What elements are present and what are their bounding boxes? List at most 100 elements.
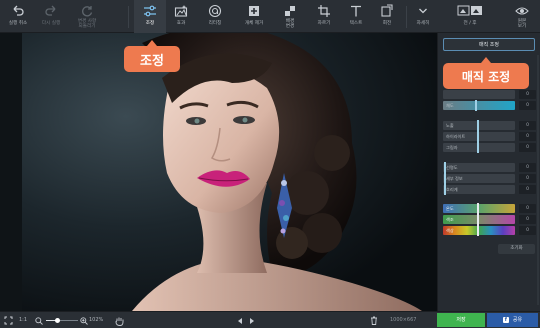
slider-label: 채도 bbox=[446, 103, 454, 108]
actual-size-button[interactable]: 1:1 bbox=[19, 312, 27, 328]
slider-value[interactable]: 0 bbox=[519, 226, 536, 235]
slider-row-exposure[interactable]: 노출 0 bbox=[443, 120, 536, 131]
facebook-icon: f bbox=[502, 316, 509, 323]
zoom-slider-handle[interactable] bbox=[54, 318, 60, 323]
more-button[interactable]: 자세히 bbox=[408, 0, 438, 33]
tab-text[interactable]: 텍스트 bbox=[340, 0, 372, 33]
slider-track[interactable]: 채도 bbox=[443, 100, 515, 111]
more-label: 자세히 bbox=[416, 21, 430, 26]
before-after-button[interactable]: 전 / 후 bbox=[442, 0, 498, 33]
slider-label: 그림자 bbox=[446, 145, 458, 150]
effects-icon bbox=[174, 5, 188, 17]
zoom-slider[interactable] bbox=[46, 318, 78, 323]
slider-value[interactable]: 0 bbox=[519, 163, 536, 172]
slider-value[interactable]: 0 bbox=[519, 132, 536, 141]
slider-value[interactable]: 0 bbox=[519, 215, 536, 224]
reset-changes-button[interactable]: 변경 사항 되돌리기 bbox=[70, 0, 104, 33]
tab-effects[interactable]: 효과 bbox=[166, 0, 196, 33]
tab-text-label: 텍스트 bbox=[349, 21, 363, 26]
slider-track[interactable]: 선명도 bbox=[443, 162, 515, 173]
redo-label: 다시 실행 bbox=[41, 21, 61, 26]
magic-adjust-button[interactable]: 매직 조정 bbox=[443, 38, 535, 51]
eye-icon bbox=[515, 7, 529, 15]
slider-handle[interactable] bbox=[475, 100, 477, 111]
slider-value[interactable]: 0 bbox=[519, 121, 536, 130]
slider-handle[interactable] bbox=[477, 131, 479, 142]
main-toolbar: 실행 취소 다시 실행 변경 사항 되돌리기 조정 효과 리터칭 개체 제거 배… bbox=[0, 0, 540, 33]
slider-row-blur[interactable]: 흐리게 0 bbox=[443, 184, 536, 195]
remove-object-icon bbox=[249, 6, 259, 16]
slider-track[interactable]: 흐리게 bbox=[443, 184, 515, 195]
zoom-out-icon[interactable] bbox=[35, 317, 43, 325]
crop-icon bbox=[318, 5, 330, 17]
previous-image-icon[interactable] bbox=[236, 317, 244, 325]
before-after-label: 전 / 후 bbox=[463, 21, 477, 26]
image-dimensions: 1000×667 bbox=[390, 317, 417, 323]
slider-row-shadows[interactable]: 그림자 0 bbox=[443, 142, 536, 153]
view-original-button[interactable]: 원본 보기 bbox=[507, 0, 537, 33]
fit-screen-icon[interactable] bbox=[4, 316, 13, 325]
slider-handle[interactable] bbox=[477, 214, 479, 225]
tab-replace-background[interactable]: 배경 변경 bbox=[274, 0, 306, 33]
share-button[interactable]: f 공유 bbox=[487, 313, 538, 327]
slider-handle[interactable] bbox=[477, 142, 479, 153]
rotate-icon bbox=[381, 4, 393, 17]
slider-row-saturation[interactable]: 채도 0 bbox=[443, 100, 536, 111]
slider-label: 하이라이트 bbox=[446, 134, 466, 139]
slider-value[interactable]: 0 bbox=[519, 143, 536, 152]
tab-effects-label: 효과 bbox=[176, 21, 186, 26]
slider-handle[interactable] bbox=[477, 225, 479, 236]
slider-row-details[interactable]: 세부 정보 0 bbox=[443, 173, 536, 184]
slider-row-highlights[interactable]: 하이라이트 0 bbox=[443, 131, 536, 142]
redo-button[interactable]: 다시 실행 bbox=[36, 0, 66, 33]
slider-track[interactable]: 세부 정보 bbox=[443, 173, 515, 184]
slider-handle[interactable] bbox=[477, 203, 479, 214]
undo-button[interactable]: 실행 취소 bbox=[2, 0, 34, 33]
sliders-icon bbox=[144, 5, 156, 17]
slider-row-tint[interactable]: 색조 0 bbox=[443, 214, 536, 225]
slider-row-sharpness[interactable]: 선명도 0 bbox=[443, 162, 536, 173]
image-canvas[interactable] bbox=[0, 33, 437, 311]
hand-tool-icon[interactable] bbox=[115, 316, 124, 326]
tab-remove-object-label: 개체 제거 bbox=[244, 21, 264, 26]
photo-editor-window: 실행 취소 다시 실행 변경 사항 되돌리기 조정 효과 리터칭 개체 제거 배… bbox=[0, 0, 540, 328]
slider-value[interactable]: 0 bbox=[519, 90, 536, 99]
slider-row-hue[interactable]: 색상 0 bbox=[443, 225, 536, 236]
slider-row-temperature[interactable]: 온도 0 bbox=[443, 203, 536, 214]
panel-scrollbar[interactable] bbox=[537, 55, 539, 305]
slider-track[interactable]: 노출 bbox=[443, 120, 515, 131]
retouch-icon bbox=[208, 4, 222, 18]
slider-value[interactable]: 0 bbox=[519, 204, 536, 213]
tab-adjust[interactable]: 조정 bbox=[134, 0, 166, 33]
slider-value[interactable]: 0 bbox=[519, 185, 536, 194]
slider-track[interactable]: 하이라이트 bbox=[443, 131, 515, 142]
slider-handle[interactable] bbox=[477, 120, 479, 131]
slider-track[interactable]: 그림자 bbox=[443, 142, 515, 153]
tab-crop-label: 자르기 bbox=[317, 21, 331, 26]
tab-crop[interactable]: 자르기 bbox=[308, 0, 340, 33]
slider-row[interactable]: 0 bbox=[443, 90, 536, 99]
reset-changes-label-2: 되돌리기 bbox=[78, 24, 96, 29]
zoom-in-icon[interactable] bbox=[80, 317, 88, 325]
undo-icon bbox=[13, 5, 24, 16]
tab-adjust-label: 조정 bbox=[145, 21, 155, 26]
tab-remove-object[interactable]: 개체 제거 bbox=[236, 0, 272, 33]
zoom-level: 102% bbox=[89, 317, 104, 323]
slider-value[interactable]: 0 bbox=[519, 101, 536, 110]
save-button[interactable]: 저장 bbox=[437, 313, 485, 327]
slider-value[interactable]: 0 bbox=[519, 174, 536, 183]
slider-track[interactable]: 온도 bbox=[443, 203, 515, 214]
undo-label: 실행 취소 bbox=[8, 21, 28, 26]
slider-track[interactable] bbox=[443, 90, 515, 99]
next-image-icon[interactable] bbox=[248, 317, 256, 325]
trash-icon[interactable] bbox=[370, 316, 378, 325]
slider-track[interactable]: 색조 bbox=[443, 214, 515, 225]
callout-magic-adjust: 매직 조정 bbox=[443, 63, 529, 89]
save-label: 저장 bbox=[456, 317, 466, 323]
reset-button[interactable]: 초기화 bbox=[498, 244, 535, 254]
slider-label: 온도 bbox=[446, 206, 454, 211]
slider-label: 선명도 bbox=[446, 165, 458, 170]
tab-retouch[interactable]: 리터칭 bbox=[198, 0, 232, 33]
slider-track[interactable]: 색상 bbox=[443, 225, 515, 236]
tab-rotate[interactable]: 회전 bbox=[372, 0, 402, 33]
